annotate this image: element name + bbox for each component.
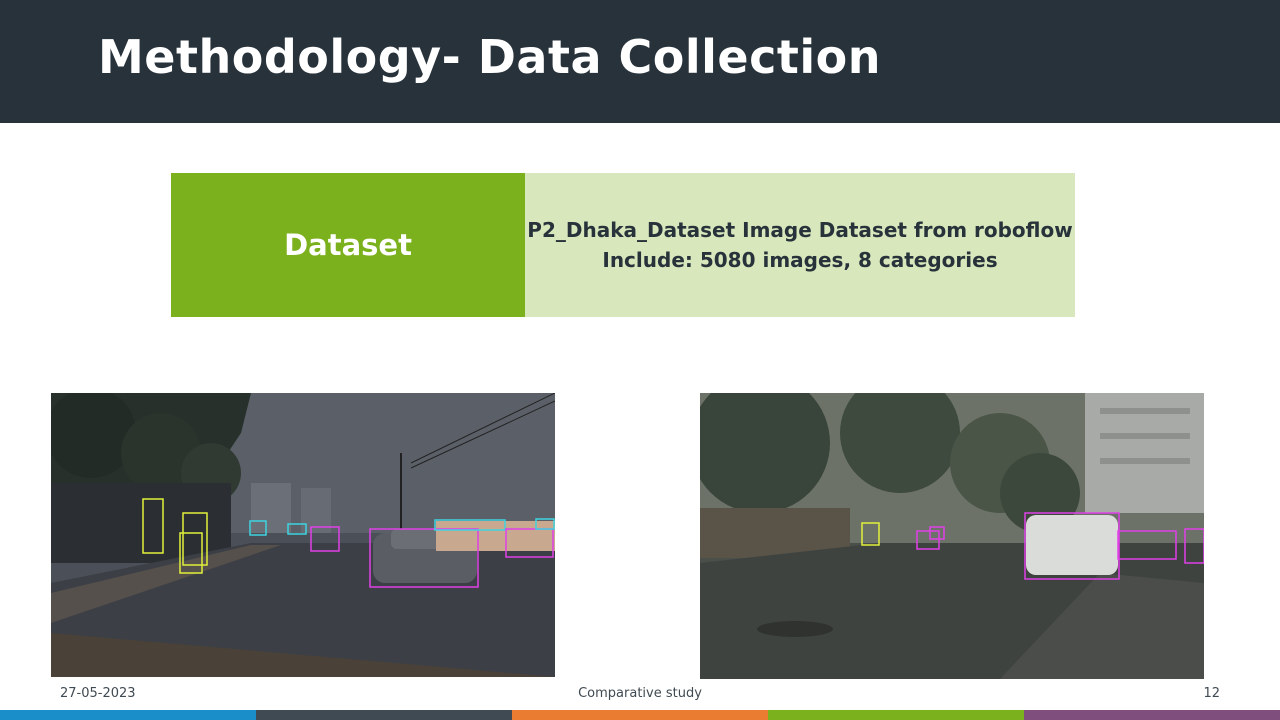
footer-center-text: Comparative study bbox=[578, 686, 702, 701]
dataset-info-table: Dataset P2_Dhaka_Dataset Image Dataset f… bbox=[171, 173, 1075, 317]
dataset-description-cell: P2_Dhaka_Dataset Image Dataset from robo… bbox=[525, 173, 1075, 317]
annotated-street-photo-left bbox=[51, 393, 555, 677]
strip-segment bbox=[0, 710, 256, 720]
slide-title: Methodology- Data Collection bbox=[98, 30, 881, 84]
annotated-street-photo-right bbox=[700, 393, 1204, 679]
dataset-label-cell: Dataset bbox=[171, 173, 525, 317]
strip-segment bbox=[256, 710, 512, 720]
footer-color-strip bbox=[0, 710, 1280, 720]
footer-page-number: 12 bbox=[1203, 686, 1220, 701]
dataset-description-line-1: P2_Dhaka_Dataset Image Dataset from robo… bbox=[527, 218, 1073, 242]
strip-segment bbox=[1024, 710, 1280, 720]
dataset-label: Dataset bbox=[284, 228, 412, 262]
sample-image-right bbox=[700, 393, 1204, 679]
strip-segment bbox=[768, 710, 1024, 720]
sample-image-left bbox=[51, 393, 555, 677]
strip-segment bbox=[512, 710, 768, 720]
dataset-description-line-2: Include: 5080 images, 8 categories bbox=[602, 248, 998, 272]
title-bar: Methodology- Data Collection bbox=[0, 0, 1280, 123]
